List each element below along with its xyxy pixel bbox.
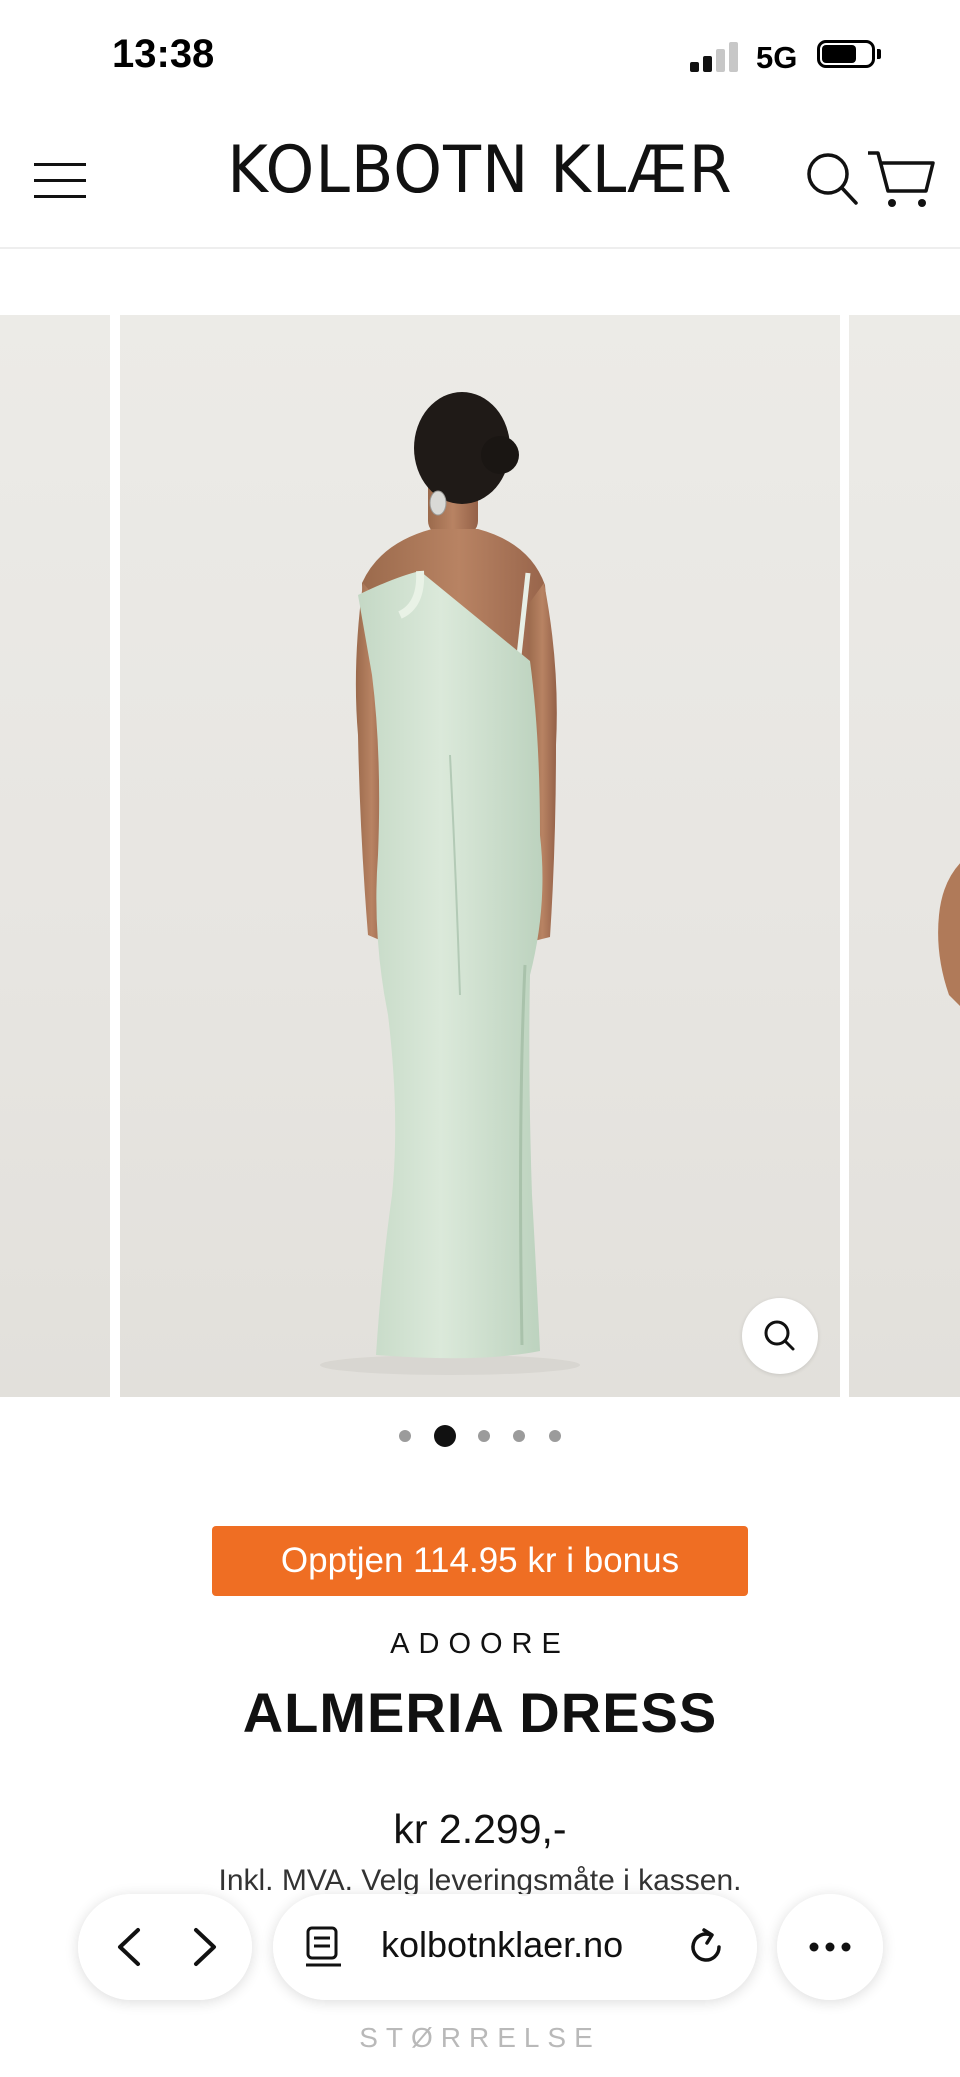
gallery-slide-current[interactable] (120, 315, 840, 1397)
gallery-dot[interactable] (513, 1430, 525, 1442)
cart-icon[interactable] (866, 147, 936, 213)
site-logo[interactable]: KOLBOTN KLÆR (180, 131, 780, 208)
url-text[interactable]: kolbotnklaer.no (381, 1924, 623, 1966)
more-options-icon[interactable] (797, 1914, 863, 1980)
zoom-button[interactable] (742, 1298, 818, 1374)
tax-shipping-note: Inkl. MVA. Velg leveringsmåte i kassen. (218, 1864, 742, 1897)
gallery-pagination (0, 1422, 960, 1448)
next-slide-photo (938, 863, 960, 1006)
reload-icon[interactable] (681, 1922, 731, 1972)
product-price: kr 2.299,- (393, 1806, 567, 1852)
zoom-magnifier-icon (764, 1320, 795, 1351)
signal-strength-icon (690, 40, 742, 72)
size-label: STØRRELSE (359, 2022, 601, 2053)
gallery-dot-active[interactable] (434, 1425, 456, 1447)
reader-mode-icon[interactable] (303, 1924, 347, 1970)
product-title: ALMERIA DRESS (242, 1681, 718, 1744)
search-icon[interactable] (804, 149, 860, 209)
gallery-dot[interactable] (399, 1430, 411, 1442)
network-type: 5G (756, 40, 798, 75)
gallery-slide-next[interactable] (849, 315, 960, 1397)
product-vendor[interactable]: ADOORE (0, 1628, 960, 1661)
gallery-dot[interactable] (549, 1430, 561, 1442)
gallery-slide-previous[interactable] (0, 315, 110, 1397)
browser-nav-group (78, 1894, 252, 2000)
status-time: 13:38 (112, 32, 215, 76)
battery-icon (817, 40, 883, 72)
product-image-gallery[interactable] (0, 315, 960, 1397)
back-arrow-icon[interactable] (96, 1912, 166, 1982)
bonus-banner: Opptjen 114.95 kr i bonus (212, 1526, 748, 1596)
status-bar: 13:38 5G (0, 0, 960, 115)
product-photo-dress-back (320, 392, 580, 1375)
forward-arrow-icon[interactable] (168, 1912, 238, 1982)
gallery-dot[interactable] (478, 1430, 490, 1442)
hamburger-menu-icon[interactable] (30, 155, 90, 205)
site-header: KOLBOTN KLÆR (0, 115, 960, 249)
browser-more-group (777, 1894, 883, 2000)
address-bar[interactable]: kolbotnklaer.no (273, 1894, 757, 2000)
